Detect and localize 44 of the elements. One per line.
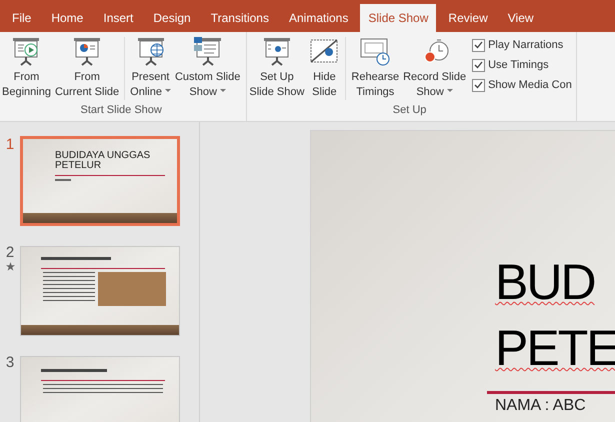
slide-number: 3: [6, 354, 14, 372]
slide-number: 1: [6, 136, 14, 154]
bullet-text-lines: [43, 272, 95, 302]
ribbon-tab[interactable]: Review: [440, 4, 496, 32]
group-label: Set Up: [392, 103, 426, 118]
ribbon-tab[interactable]: Insert: [95, 4, 142, 32]
title-line: [41, 369, 107, 372]
checkbox-option[interactable]: Play Narrations: [472, 38, 572, 52]
ribbon-button[interactable]: Rehearse Timings: [349, 35, 402, 102]
checkmark-icon: [474, 41, 484, 49]
subtitle-line: [55, 179, 71, 181]
ribbon-tab[interactable]: Transitions: [202, 4, 277, 32]
ribbon-tab[interactable]: File: [4, 4, 40, 32]
ribbon-tab[interactable]: Animations: [280, 4, 356, 32]
ribbon-button[interactable]: Record Slide Show: [401, 35, 468, 102]
ribbon-button[interactable]: Present Online: [128, 35, 173, 102]
ribbon-button[interactable]: Hide Slide: [306, 35, 342, 102]
ribbon-button[interactable]: From Beginning: [0, 35, 53, 102]
ribbon-button[interactable]: From Current Slide: [52, 35, 122, 102]
slide-thumbnail[interactable]: [20, 356, 180, 422]
slide-thumbnail[interactable]: [20, 246, 180, 336]
checkbox-option[interactable]: Show Media Con: [472, 78, 572, 92]
checkbox[interactable]: [472, 78, 486, 92]
ribbon-tab[interactable]: Slide Show: [360, 4, 436, 32]
ribbon-tab[interactable]: View: [500, 4, 542, 32]
ribbon-tab[interactable]: Home: [43, 4, 92, 32]
slide-thumbnail[interactable]: BUDIDAYA UNGGAS PETELUR: [20, 136, 180, 226]
slides-screen-icon: [192, 35, 224, 67]
ribbon-button[interactable]: Custom Slide Show: [172, 35, 242, 102]
checkbox[interactable]: [472, 58, 486, 72]
ribbon-tab[interactable]: Design: [145, 4, 199, 32]
slide-title-line: BUD: [495, 253, 596, 312]
checkmark-icon: [474, 81, 484, 89]
slide-number: 2: [6, 244, 14, 262]
thumbnail-title: BUDIDAYA UNGGAS PETELUR: [55, 151, 152, 171]
slide-subtitle: NAMA : ABC: [495, 397, 587, 415]
title-line: [41, 257, 111, 260]
checkmark-icon: [474, 61, 484, 69]
checkbox-option[interactable]: Use Timings: [472, 58, 572, 72]
ribbon-button[interactable]: Set Up Slide Show: [247, 35, 306, 102]
checkbox[interactable]: [472, 38, 486, 52]
slide-title-line: PETE: [495, 319, 615, 378]
group-label: Start Slide Show: [80, 103, 162, 118]
photo-placeholder: [98, 272, 166, 306]
